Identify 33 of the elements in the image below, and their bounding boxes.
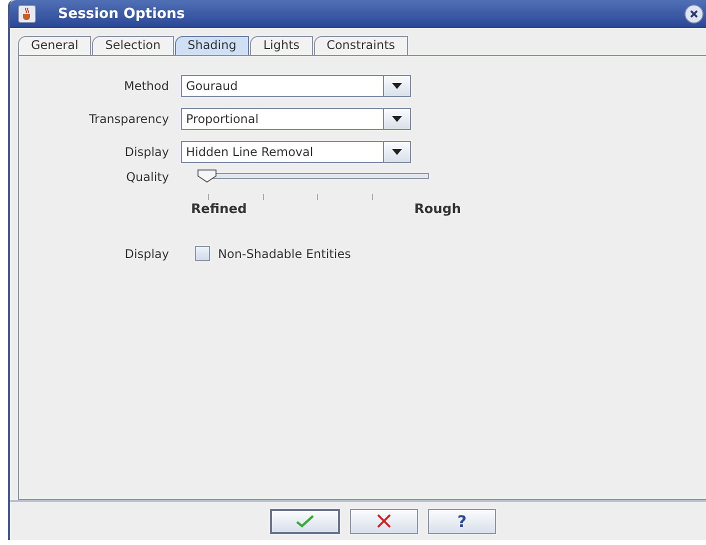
window-title: Session Options	[58, 6, 186, 22]
cancel-button[interactable]	[350, 508, 418, 534]
close-icon[interactable]	[684, 4, 704, 24]
dropdown[interactable]: Gouraud	[181, 74, 411, 96]
tab[interactable]: Lights	[250, 36, 313, 55]
slider-max-label: Rough	[414, 202, 461, 217]
caret-icon	[392, 82, 402, 88]
tab[interactable]: Shading	[174, 36, 250, 55]
tab[interactable]: General	[18, 36, 92, 55]
caret-icon	[392, 148, 402, 154]
ok-button[interactable]	[270, 508, 340, 534]
help-button[interactable]: ?	[428, 508, 496, 534]
checkbox-label: Non-Shadable Entities	[218, 246, 351, 260]
tick-mark	[317, 194, 318, 200]
slider-min-label: Refined	[191, 202, 247, 217]
caret-icon	[392, 116, 402, 122]
tab[interactable]: Constraints	[314, 36, 408, 55]
field-label: Transparency	[88, 112, 170, 126]
tab[interactable]: Selection	[92, 36, 174, 55]
close-icon	[377, 514, 391, 528]
slider-thumb[interactable]	[196, 169, 218, 183]
checkbox[interactable]	[195, 246, 210, 261]
coffee-cup-icon	[18, 5, 36, 23]
tick-mark	[372, 194, 373, 200]
tick-mark	[262, 194, 264, 200]
field-label: Quality	[125, 170, 170, 184]
checkmark-icon	[296, 514, 314, 528]
dropdown[interactable]: Proportional	[181, 108, 411, 130]
field-label: Display	[124, 144, 170, 158]
field-label: Display	[124, 246, 170, 260]
dropdown[interactable]: Hidden Line Removal	[181, 140, 411, 162]
tick-mark	[208, 194, 209, 200]
field-label: Method	[122, 78, 170, 92]
